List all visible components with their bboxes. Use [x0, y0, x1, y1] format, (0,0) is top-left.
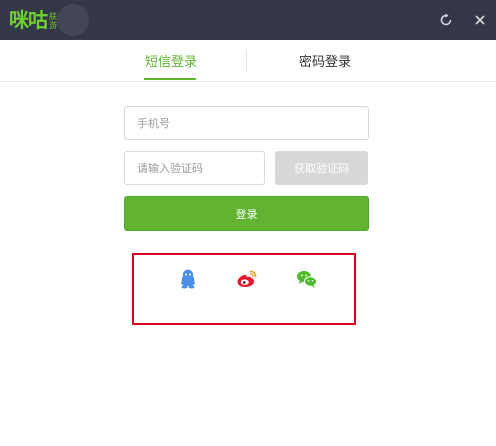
qq-icon — [180, 269, 196, 289]
logo-circle-decoration — [57, 4, 89, 36]
logo-sub-char-1: 肤 — [49, 12, 57, 21]
wechat-login-button[interactable] — [295, 267, 319, 291]
title-bar: 咪咕 肤 游 — [0, 0, 496, 40]
logo: 咪咕 肤 游 — [9, 4, 89, 36]
tab-password-login[interactable]: 密码登录 — [289, 40, 361, 81]
wechat-icon — [297, 271, 317, 288]
qq-login-button[interactable] — [176, 267, 200, 291]
active-tab-underline — [144, 78, 196, 80]
close-icon — [475, 15, 485, 25]
get-code-button[interactable]: 获取验证码 — [275, 151, 368, 185]
refresh-icon — [440, 13, 452, 26]
logo-subtext: 肤 游 — [49, 12, 57, 30]
weibo-icon — [237, 270, 257, 287]
weibo-login-button[interactable] — [235, 267, 259, 291]
phone-input[interactable] — [124, 106, 369, 140]
verification-code-input[interactable] — [124, 151, 265, 185]
refresh-button[interactable] — [434, 8, 458, 32]
login-button[interactable]: 登录 — [124, 196, 369, 231]
close-button[interactable] — [468, 8, 492, 32]
login-tabs: 短信登录 密码登录 — [0, 40, 496, 82]
tab-divider — [246, 50, 247, 72]
tab-sms-login[interactable]: 短信登录 — [135, 40, 207, 81]
logo-sub-char-2: 游 — [49, 21, 57, 30]
logo-text: 咪咕 — [9, 8, 48, 32]
